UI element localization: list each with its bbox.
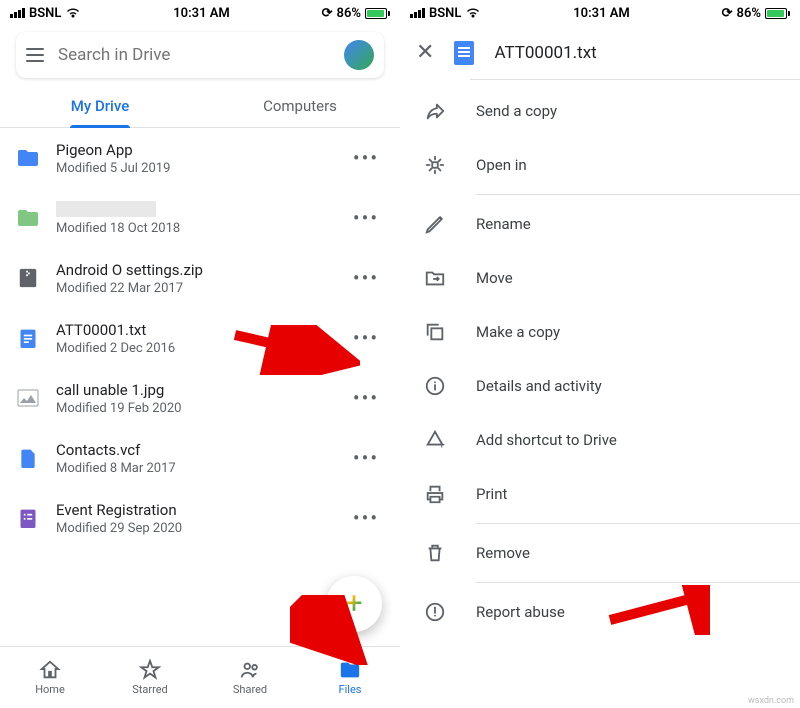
more-button[interactable]: ••• — [348, 500, 384, 536]
status-right: ⟳ 86% — [322, 6, 390, 21]
bottom-nav: Home Starred Shared Files — [0, 646, 400, 708]
menu-make-copy[interactable]: Make a copy — [400, 305, 800, 359]
screen-drive-list: BSNL 10:31 AM ⟳ 86% Search in Drive My D… — [0, 0, 400, 708]
menu-list: Send a copy Open in Rename Move Make a c… — [400, 80, 800, 639]
file-meta: Modified 29 Sep 2020 — [56, 521, 332, 536]
star-icon — [139, 659, 161, 681]
status-bar: BSNL 10:31 AM ⟳ 86% — [400, 0, 800, 26]
form-icon — [16, 506, 40, 530]
doc-icon — [16, 326, 40, 350]
folder-icon — [339, 659, 361, 681]
list-item[interactable]: call unable 1.jpg Modified 19 Feb 2020 ••… — [0, 368, 400, 428]
file-name — [56, 201, 156, 217]
menu-open-in[interactable]: Open in — [400, 138, 800, 192]
wifi-icon — [465, 7, 481, 19]
search-box[interactable]: Search in Drive — [16, 32, 384, 78]
nav-starred[interactable]: Starred — [100, 647, 200, 708]
file-name: ATT00001.txt — [56, 321, 332, 339]
open-in-icon — [424, 154, 446, 176]
tabs: My Drive Computers — [0, 84, 400, 128]
doc-icon — [454, 41, 474, 65]
wifi-icon — [65, 7, 81, 19]
svg-text:+: + — [439, 438, 445, 451]
list-item[interactable]: Event Registration Modified 29 Sep 2020 •… — [0, 488, 400, 548]
home-icon — [39, 659, 61, 681]
status-bar: BSNL 10:31 AM ⟳ 86% — [0, 0, 400, 26]
file-name: call unable 1.jpg — [56, 381, 332, 399]
list-item[interactable]: Modified 18 Oct 2018 ••• — [0, 188, 400, 248]
file-list: Pigeon App Modified 5 Jul 2019 ••• Modifi… — [0, 128, 400, 548]
vcf-icon — [16, 446, 40, 470]
file-name: Event Registration — [56, 501, 332, 519]
nav-shared[interactable]: Shared — [200, 647, 300, 708]
move-icon — [424, 267, 446, 289]
file-meta: Modified 5 Jul 2019 — [56, 161, 332, 176]
close-icon[interactable]: ✕ — [416, 40, 434, 65]
list-item[interactable]: ATT00001.txt Modified 2 Dec 2016 ••• — [0, 308, 400, 368]
status-time: 10:31 AM — [173, 6, 230, 21]
watermark: wsxdn.com — [748, 696, 794, 706]
search-wrap: Search in Drive — [0, 26, 400, 84]
carrier-label: BSNL — [29, 6, 61, 21]
print-icon — [424, 483, 446, 505]
file-meta: Modified 2 Dec 2016 — [56, 341, 332, 356]
sheet-header: ✕ ATT00001.txt — [400, 26, 800, 79]
list-item[interactable]: Contacts.vcf Modified 8 Mar 2017 ••• — [0, 428, 400, 488]
status-right: ⟳ 86% — [722, 6, 790, 21]
file-name: Contacts.vcf — [56, 441, 332, 459]
file-meta: Modified 8 Mar 2017 — [56, 461, 332, 476]
nav-files[interactable]: Files — [300, 647, 400, 708]
drive-shortcut-icon: + — [424, 429, 446, 451]
menu-remove[interactable]: Remove — [400, 526, 800, 580]
menu-print[interactable]: Print — [400, 467, 800, 521]
more-button[interactable]: ••• — [348, 200, 384, 236]
divider — [476, 194, 800, 195]
menu-rename[interactable]: Rename — [400, 197, 800, 251]
share-arrow-icon — [424, 100, 446, 122]
file-meta: Modified 18 Oct 2018 — [56, 221, 332, 236]
more-button[interactable]: ••• — [348, 380, 384, 416]
folder-icon — [16, 146, 40, 170]
zip-icon — [16, 266, 40, 290]
file-meta: Modified 19 Feb 2020 — [56, 401, 332, 416]
menu-send-copy[interactable]: Send a copy — [400, 84, 800, 138]
divider — [476, 523, 800, 524]
nav-home[interactable]: Home — [0, 647, 100, 708]
copy-icon — [424, 321, 446, 343]
list-item[interactable]: Pigeon App Modified 5 Jul 2019 ••• — [0, 128, 400, 188]
file-name: Pigeon App — [56, 141, 332, 159]
battery-pct: 86% — [337, 6, 361, 21]
list-item[interactable]: Android O settings.zip Modified 22 Mar 20… — [0, 248, 400, 308]
people-icon — [239, 659, 261, 681]
more-button[interactable]: ••• — [348, 440, 384, 476]
menu-move[interactable]: Move — [400, 251, 800, 305]
menu-report[interactable]: Report abuse — [400, 585, 800, 639]
search-placeholder: Search in Drive — [58, 45, 330, 65]
more-button[interactable]: ••• — [348, 320, 384, 356]
sheet-title: ATT00001.txt — [494, 43, 596, 63]
file-name: Android O settings.zip — [56, 261, 332, 279]
report-icon — [424, 601, 446, 623]
avatar[interactable] — [344, 40, 374, 70]
info-icon — [424, 375, 446, 397]
file-meta: Modified 22 Mar 2017 — [56, 281, 332, 296]
fab-add-button[interactable]: + — [326, 576, 382, 632]
menu-details[interactable]: Details and activity — [400, 359, 800, 413]
status-left: BSNL — [10, 6, 81, 21]
more-button[interactable]: ••• — [348, 140, 384, 176]
status-left: BSNL — [410, 6, 481, 21]
image-icon — [16, 386, 40, 410]
folder-icon — [16, 206, 40, 230]
tab-computers[interactable]: Computers — [200, 84, 400, 127]
menu-add-shortcut[interactable]: + Add shortcut to Drive — [400, 413, 800, 467]
hamburger-icon[interactable] — [26, 48, 44, 62]
more-button[interactable]: ••• — [348, 260, 384, 296]
screen-action-sheet: BSNL 10:31 AM ⟳ 86% ✕ ATT00001.txt Send … — [400, 0, 800, 708]
trash-icon — [424, 542, 446, 564]
tab-my-drive[interactable]: My Drive — [0, 84, 200, 127]
pencil-icon — [424, 213, 446, 235]
divider — [476, 582, 800, 583]
plus-icon: + — [345, 589, 362, 619]
